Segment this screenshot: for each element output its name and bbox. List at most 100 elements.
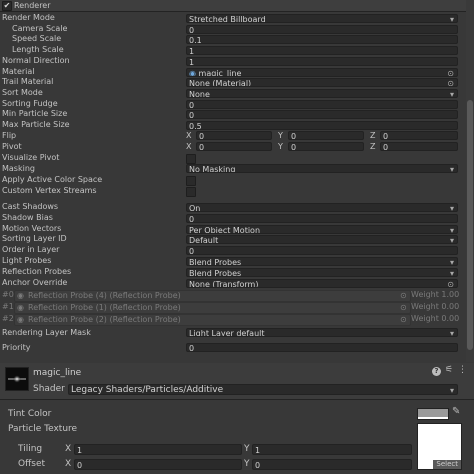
- shader-label: Shader: [33, 384, 65, 394]
- max-particle-size-label: Max Particle Size: [2, 120, 70, 129]
- flip-x-field[interactable]: 0: [196, 131, 272, 141]
- particle-texture-label: Particle Texture: [8, 424, 78, 434]
- cast-shadows-label: Cast Shadows: [2, 202, 59, 211]
- masking-value: No Masking: [189, 165, 236, 173]
- flip-z-field[interactable]: 0: [380, 131, 458, 141]
- order-in-layer-label: Order in Layer: [2, 245, 60, 254]
- probe-object-field: ◉ Reflection Probe (1) (Reflection Probe)…: [14, 302, 411, 314]
- visualize-pivot-checkbox[interactable]: [186, 154, 196, 164]
- visualize-pivot-label: Visualize Pivot: [2, 153, 60, 162]
- sort-mode-value: None: [189, 90, 210, 98]
- pivot-z-axis-label: Z: [370, 142, 376, 151]
- renderer-header[interactable]: ✔ Renderer: [0, 0, 466, 12]
- shadow-bias-label: Shadow Bias: [2, 213, 53, 222]
- preset-sliders-icon[interactable]: ⚟: [445, 366, 453, 375]
- rendering-layer-mask-label: Rendering Layer Mask: [2, 328, 91, 337]
- masking-dropdown[interactable]: No Masking: [186, 164, 458, 173]
- probe-object-field: ◉ Reflection Probe (2) (Reflection Probe)…: [14, 314, 411, 326]
- tiling-label: Tiling: [18, 444, 43, 454]
- light-probes-dropdown[interactable]: Blend Probes: [186, 257, 458, 266]
- pivot-x-field[interactable]: 0: [196, 142, 272, 152]
- pivot-x-axis-label: X: [186, 142, 192, 151]
- trail-material-value: None (Material): [189, 79, 252, 87]
- trail-material-label: Trail Material: [2, 77, 54, 86]
- trail-material-object-field[interactable]: None (Material) ⊙: [186, 78, 458, 87]
- custom-vertex-streams-label: Custom Vertex Streams: [2, 186, 97, 195]
- renderer-title: Renderer: [14, 1, 51, 10]
- tint-alpha-bar: [418, 417, 448, 419]
- offset-x-field[interactable]: 0: [74, 459, 242, 470]
- object-picker-icon[interactable]: ⊙: [447, 280, 454, 287]
- probe-picker-icon: ⊙: [400, 303, 407, 312]
- masking-label: Masking: [2, 164, 35, 173]
- sorting-fudge-field[interactable]: 0: [186, 100, 458, 109]
- reflection-probes-dropdown[interactable]: Blend Probes: [186, 268, 458, 277]
- light-probes-label: Light Probes: [2, 256, 52, 265]
- tiling-x-field[interactable]: 1: [74, 444, 242, 455]
- flip-label: Flip: [2, 131, 17, 140]
- pivot-z-field[interactable]: 0: [380, 142, 458, 152]
- particle-texture-slot[interactable]: Select: [417, 423, 462, 470]
- camera-scale-field[interactable]: 0: [186, 25, 458, 34]
- normal-direction-label: Normal Direction: [2, 56, 70, 65]
- shader-dropdown[interactable]: Legacy Shaders/Particles/Additive: [68, 384, 458, 395]
- min-particle-size-field[interactable]: 0: [186, 110, 458, 119]
- reflection-probe-icon: ◉: [17, 291, 24, 300]
- sorting-layer-id-value: Default: [189, 236, 219, 244]
- material-object-field[interactable]: ◉ magic_line ⊙: [186, 68, 458, 77]
- render-mode-dropdown[interactable]: Stretched Billboard: [186, 14, 458, 23]
- speed-scale-field[interactable]: 0.1: [186, 35, 458, 44]
- flip-y-axis-label: Y: [278, 131, 283, 140]
- order-in-layer-field[interactable]: 0: [186, 246, 458, 255]
- shadow-bias-field[interactable]: 0: [186, 214, 458, 223]
- camera-scale-label: Camera Scale: [12, 24, 68, 33]
- length-scale-field[interactable]: 1: [186, 46, 458, 55]
- texture-select-button[interactable]: Select: [433, 460, 461, 469]
- cast-shadows-dropdown[interactable]: On: [186, 203, 458, 212]
- normal-direction-field[interactable]: 1: [186, 57, 458, 66]
- probe-object-field: ◉ Reflection Probe (4) (Reflection Probe)…: [14, 290, 411, 302]
- apply-active-color-space-checkbox[interactable]: [186, 176, 196, 186]
- reflection-probes-label: Reflection Probes: [2, 267, 72, 276]
- offset-y-field[interactable]: 0: [252, 459, 412, 470]
- reflection-probe-row: #1 ◉ Reflection Probe (1) (Reflection Prob…: [0, 302, 466, 314]
- sorting-layer-id-label: Sorting Layer ID: [2, 234, 67, 243]
- sorting-layer-id-dropdown[interactable]: Default: [186, 235, 458, 244]
- sorting-fudge-label: Sorting Fudge: [2, 99, 58, 108]
- tiling-y-axis-label: Y: [244, 444, 250, 454]
- light-probes-value: Blend Probes: [189, 258, 242, 266]
- probe-index: #1: [2, 302, 14, 311]
- probe-index: #0: [2, 290, 14, 299]
- scrollbar-thumb[interactable]: [467, 100, 473, 350]
- renderer-enabled-checkbox[interactable]: ✔: [2, 1, 12, 11]
- render-mode-label: Render Mode: [2, 13, 55, 22]
- probe-name: Reflection Probe (2) (Reflection Probe): [28, 315, 181, 324]
- tiling-x-axis-label: X: [65, 444, 72, 454]
- reflection-probe-row: #0 ◉ Reflection Probe (4) (Reflection Prob…: [0, 290, 466, 302]
- anchor-override-object-field[interactable]: None (Transform) ⊙: [186, 279, 458, 288]
- flip-y-field[interactable]: 0: [288, 131, 364, 141]
- min-particle-size-label: Min Particle Size: [2, 109, 68, 118]
- flip-z-axis-label: Z: [370, 131, 376, 140]
- sort-mode-label: Sort Mode: [2, 88, 43, 97]
- anchor-override-label: Anchor Override: [2, 278, 68, 287]
- tiling-y-field[interactable]: 1: [252, 444, 412, 455]
- sort-mode-dropdown[interactable]: None: [186, 89, 458, 98]
- object-picker-icon[interactable]: ⊙: [447, 79, 454, 86]
- priority-field[interactable]: 0: [186, 343, 458, 352]
- pivot-y-field[interactable]: 0: [288, 142, 364, 152]
- pivot-label: Pivot: [2, 142, 22, 151]
- speed-scale-label: Speed Scale: [12, 34, 62, 43]
- eyedropper-icon[interactable]: ✎: [452, 407, 460, 417]
- render-mode-value: Stretched Billboard: [189, 15, 266, 23]
- help-icon[interactable]: ?: [432, 367, 441, 376]
- rendering-layer-mask-dropdown[interactable]: Light Layer default: [186, 328, 458, 337]
- max-particle-size-field[interactable]: 0.5: [186, 121, 458, 130]
- reflection-probe-icon: ◉: [17, 303, 24, 312]
- object-picker-icon[interactable]: ⊙: [447, 69, 454, 76]
- custom-vertex-streams-checkbox[interactable]: [186, 187, 196, 197]
- motion-vectors-dropdown[interactable]: Per Object Motion: [186, 225, 458, 234]
- material-preview-thumbnail: [5, 367, 29, 391]
- more-options-icon[interactable]: ⋮: [458, 366, 467, 375]
- tint-color-swatch[interactable]: [417, 408, 449, 420]
